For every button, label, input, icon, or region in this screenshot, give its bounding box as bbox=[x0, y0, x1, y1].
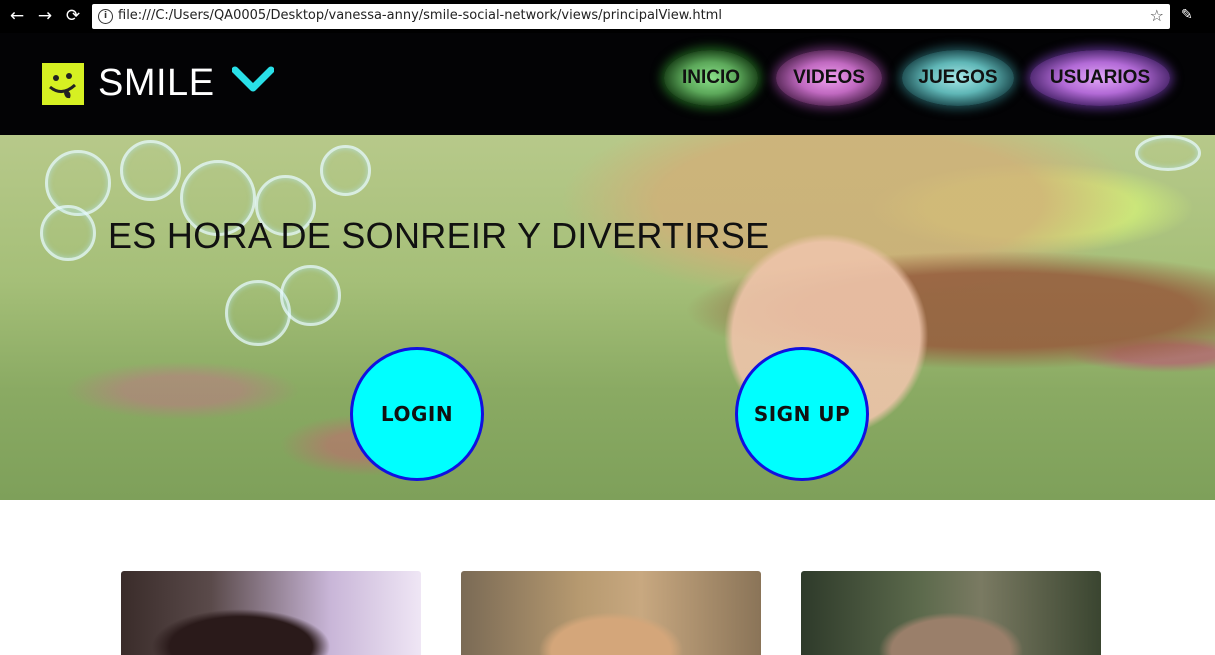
signup-button[interactable]: SIGN UP bbox=[735, 347, 869, 481]
brand-name[interactable]: SMILE bbox=[98, 61, 215, 105]
card-image[interactable] bbox=[121, 571, 421, 655]
smile-logo-icon[interactable] bbox=[42, 63, 84, 105]
card-image[interactable] bbox=[461, 571, 761, 655]
chevron-down-icon[interactable] bbox=[231, 65, 275, 95]
bubble bbox=[320, 145, 371, 196]
extension-icon[interactable]: ✎ bbox=[1181, 7, 1201, 27]
bubble bbox=[280, 265, 341, 326]
info-icon[interactable]: i bbox=[98, 9, 113, 24]
hero-title: ES HORA DE SONREIR Y DIVERTIRSE bbox=[108, 215, 770, 256]
login-button[interactable]: LOGIN bbox=[350, 347, 484, 481]
reload-icon[interactable]: ⟳ bbox=[62, 5, 84, 27]
nav-usuarios-button[interactable]: USUARIOS bbox=[1030, 50, 1170, 106]
bubble bbox=[120, 140, 181, 201]
bookmark-star-icon[interactable]: ☆ bbox=[1150, 6, 1164, 25]
hero-banner-image: ES HORA DE SONREIR Y DIVERTIRSE bbox=[0, 135, 1215, 500]
card-image[interactable] bbox=[801, 571, 1101, 655]
browser-toolbar: ← → ⟳ i file:///C:/Users/QA0005/Desktop/… bbox=[0, 0, 1215, 33]
back-icon[interactable]: ← bbox=[6, 5, 28, 27]
nav-juegos-button[interactable]: JUEGOS bbox=[902, 50, 1014, 106]
nav-videos-button[interactable]: VIDEOS bbox=[776, 50, 882, 106]
forward-icon[interactable]: → bbox=[34, 5, 56, 27]
address-bar[interactable]: i file:///C:/Users/QA0005/Desktop/vaness… bbox=[92, 4, 1170, 29]
nav-inicio-button[interactable]: INICIO bbox=[664, 50, 758, 106]
site-header: SMILE INICIO VIDEOS JUEGOS USUARIOS bbox=[0, 33, 1215, 135]
url-text[interactable]: file:///C:/Users/QA0005/Desktop/vanessa-… bbox=[118, 8, 722, 23]
bubble bbox=[1135, 135, 1201, 171]
bubble bbox=[40, 205, 96, 261]
